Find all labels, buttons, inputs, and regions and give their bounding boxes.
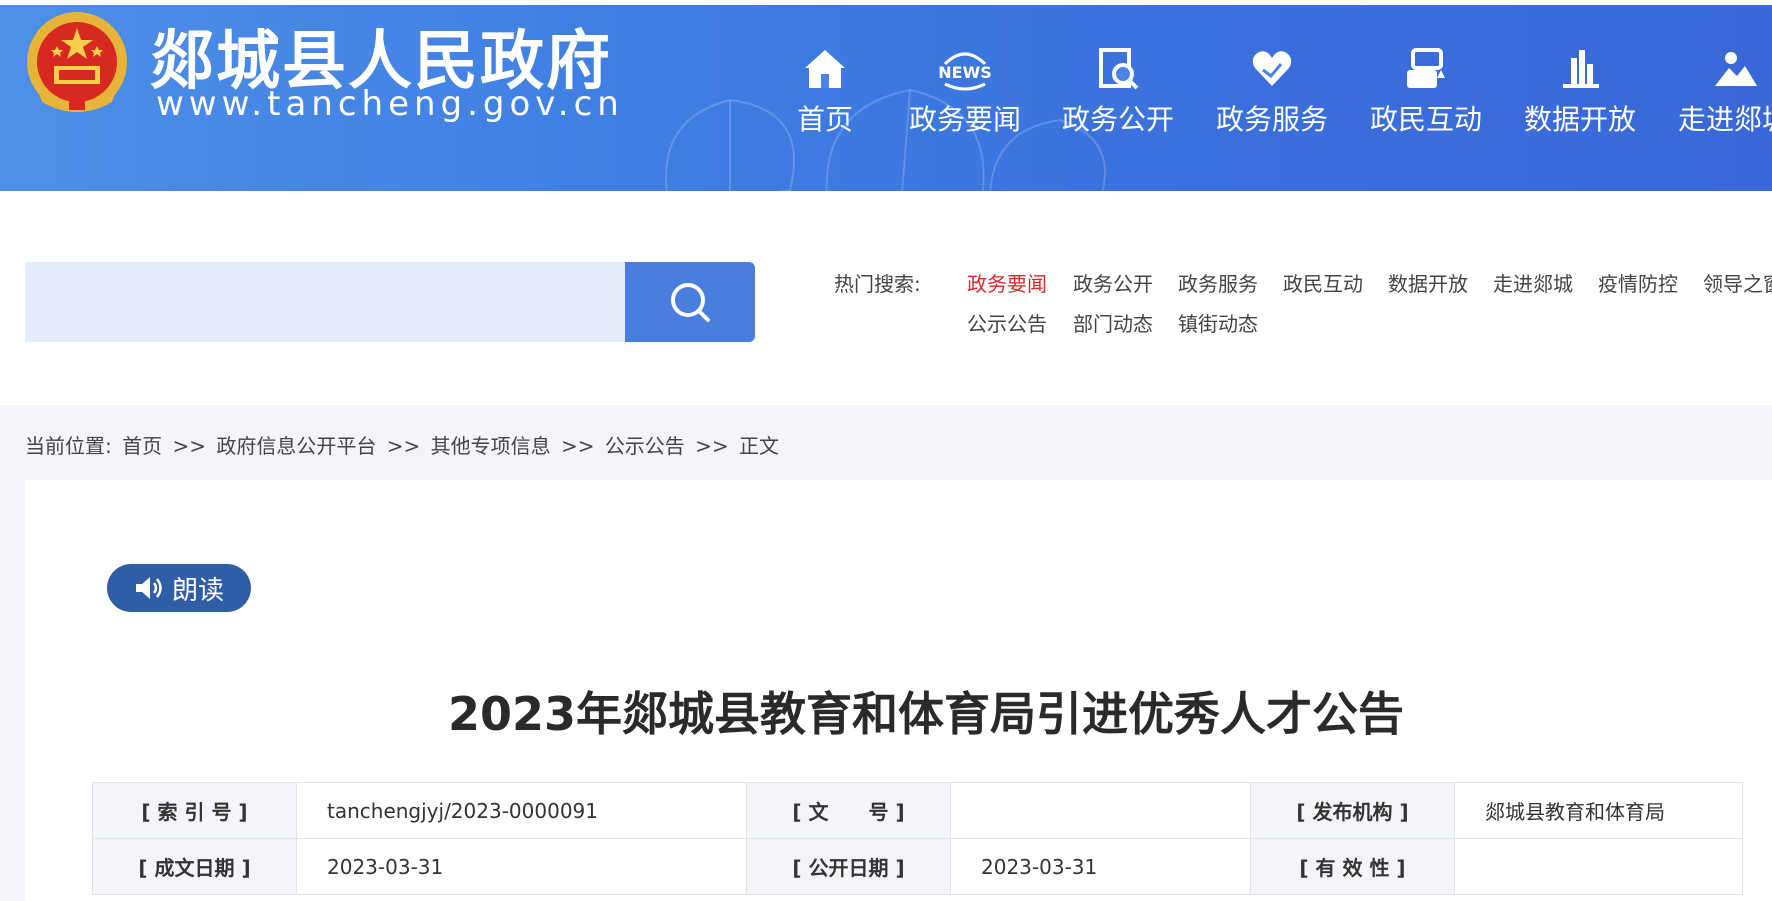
nav-item-news[interactable]: NEWS 政务要闻 [905, 44, 1025, 144]
nav-label-about-tancheng: 走进郯城 [1677, 103, 1772, 136]
meta-value-publisher: 郯城县教育和体育局 [1454, 782, 1743, 839]
breadcrumb-prefix: 当前位置: [25, 434, 112, 458]
hot-link-services[interactable]: 政务服务 [1178, 268, 1258, 297]
nav-item-about-tancheng[interactable]: 走进郯城 [1674, 44, 1772, 144]
article-title: 2023年郯城县教育和体育局引进优秀人才公告 [447, 687, 1405, 741]
breadcrumb-separator: >> [386, 434, 421, 458]
nav-label-open-data: 数据开放 [1523, 103, 1636, 136]
hot-link-epidemic[interactable]: 疫情防控 [1598, 268, 1678, 297]
hot-search-label: 热门搜索: [834, 272, 921, 296]
ginkgo-decoration-icon [665, 88, 1106, 191]
breadcrumb-item-notices[interactable]: 公示公告 [605, 434, 685, 458]
hot-link-about-tancheng[interactable]: 走进郯城 [1493, 268, 1573, 297]
landscape-icon [1715, 52, 1757, 86]
nav-label-interaction: 政民互动 [1369, 103, 1482, 136]
meta-value-validity [1454, 838, 1743, 895]
nav-label-news: 政务要闻 [908, 103, 1021, 136]
meta-row: [ 索 引 号 ] tanchengjyj/2023-0000091 [ 文 号… [92, 782, 1743, 839]
search-button[interactable] [625, 262, 755, 342]
hot-link-news[interactable]: 政务要闻 [967, 268, 1047, 297]
meta-value-written-date: 2023-03-31 [296, 838, 747, 895]
read-aloud-label: 朗读 [171, 575, 224, 606]
nav-label-open-government: 政务公开 [1061, 103, 1174, 136]
breadcrumb-separator: >> [560, 434, 595, 458]
hot-link-department-news[interactable]: 部门动态 [1073, 308, 1153, 337]
read-aloud-button[interactable]: 朗读 [107, 564, 251, 612]
meta-row: [ 成文日期 ] 2023-03-31 [ 公开日期 ] 2023-03-31 … [92, 838, 1743, 895]
nav-label-home: 首页 [796, 103, 853, 136]
hot-link-open-government[interactable]: 政务公开 [1073, 268, 1153, 297]
breadcrumb-separator: >> [172, 434, 206, 458]
nav-item-open-government[interactable]: 政务公开 [1058, 44, 1178, 144]
meta-key-publish-date: [ 公开日期 ] [746, 838, 951, 895]
breadcrumb-item-current: 正文 [739, 434, 780, 458]
nav-item-interaction[interactable]: 政民互动 [1366, 44, 1486, 144]
bar-chart-icon [1563, 50, 1599, 88]
meta-key-index-no: [ 索 引 号 ] [92, 782, 297, 839]
search-icon [671, 283, 710, 322]
breadcrumb-item-info-platform[interactable]: 政府信息公开平台 [216, 434, 376, 458]
meta-value-index-no: tanchengjyj/2023-0000091 [296, 782, 747, 839]
site-url: www.tancheng.gov.cn [156, 84, 624, 124]
search-input[interactable] [25, 262, 625, 342]
hot-link-notices[interactable]: 公示公告 [967, 308, 1047, 337]
meta-key-validity: [ 有 效 性 ] [1250, 838, 1455, 895]
breadcrumb-separator: >> [695, 434, 729, 458]
meta-key-doc-no: [ 文 号 ] [746, 782, 951, 839]
nav-item-home[interactable]: 首页 [785, 44, 865, 144]
interaction-icon [1407, 48, 1445, 88]
meta-value-publish-date: 2023-03-31 [950, 838, 1251, 895]
hot-link-interaction[interactable]: 政民互动 [1283, 268, 1363, 297]
meta-value-doc-no [950, 782, 1251, 839]
national-emblem-icon [27, 12, 127, 112]
hot-link-leaders[interactable]: 领导之窗 [1703, 268, 1772, 297]
speaker-icon [135, 577, 162, 599]
home-icon [805, 50, 845, 88]
heart-hands-icon [1252, 51, 1292, 86]
site-header: 郯城县人民政府 www.tancheng.gov.cn 首页 NEWS 政务要闻… [0, 0, 1772, 191]
breadcrumb: 当前位置: 首页 >> 政府信息公开平台 >> 其他专项信息 >> 公示公告 >… [25, 430, 783, 459]
svg-text:NEWS: NEWS [938, 63, 992, 82]
meta-key-written-date: [ 成文日期 ] [92, 838, 297, 895]
hot-link-open-data[interactable]: 数据开放 [1388, 268, 1468, 297]
header-top-strip [0, 0, 1772, 5]
breadcrumb-item-home[interactable]: 首页 [122, 434, 162, 458]
article-meta-table: [ 索 引 号 ] tanchengjyj/2023-0000091 [ 文 号… [92, 782, 1743, 895]
breadcrumb-item-special-info[interactable]: 其他专项信息 [431, 434, 551, 458]
nav-label-services: 政务服务 [1215, 103, 1328, 136]
document-search-icon [1099, 48, 1139, 90]
nav-item-services[interactable]: 政务服务 [1212, 44, 1332, 144]
news-icon: NEWS [938, 52, 992, 91]
meta-key-publisher: [ 发布机构 ] [1250, 782, 1455, 839]
nav-item-open-data[interactable]: 数据开放 [1520, 44, 1640, 144]
hot-link-town-news[interactable]: 镇街动态 [1178, 308, 1258, 337]
